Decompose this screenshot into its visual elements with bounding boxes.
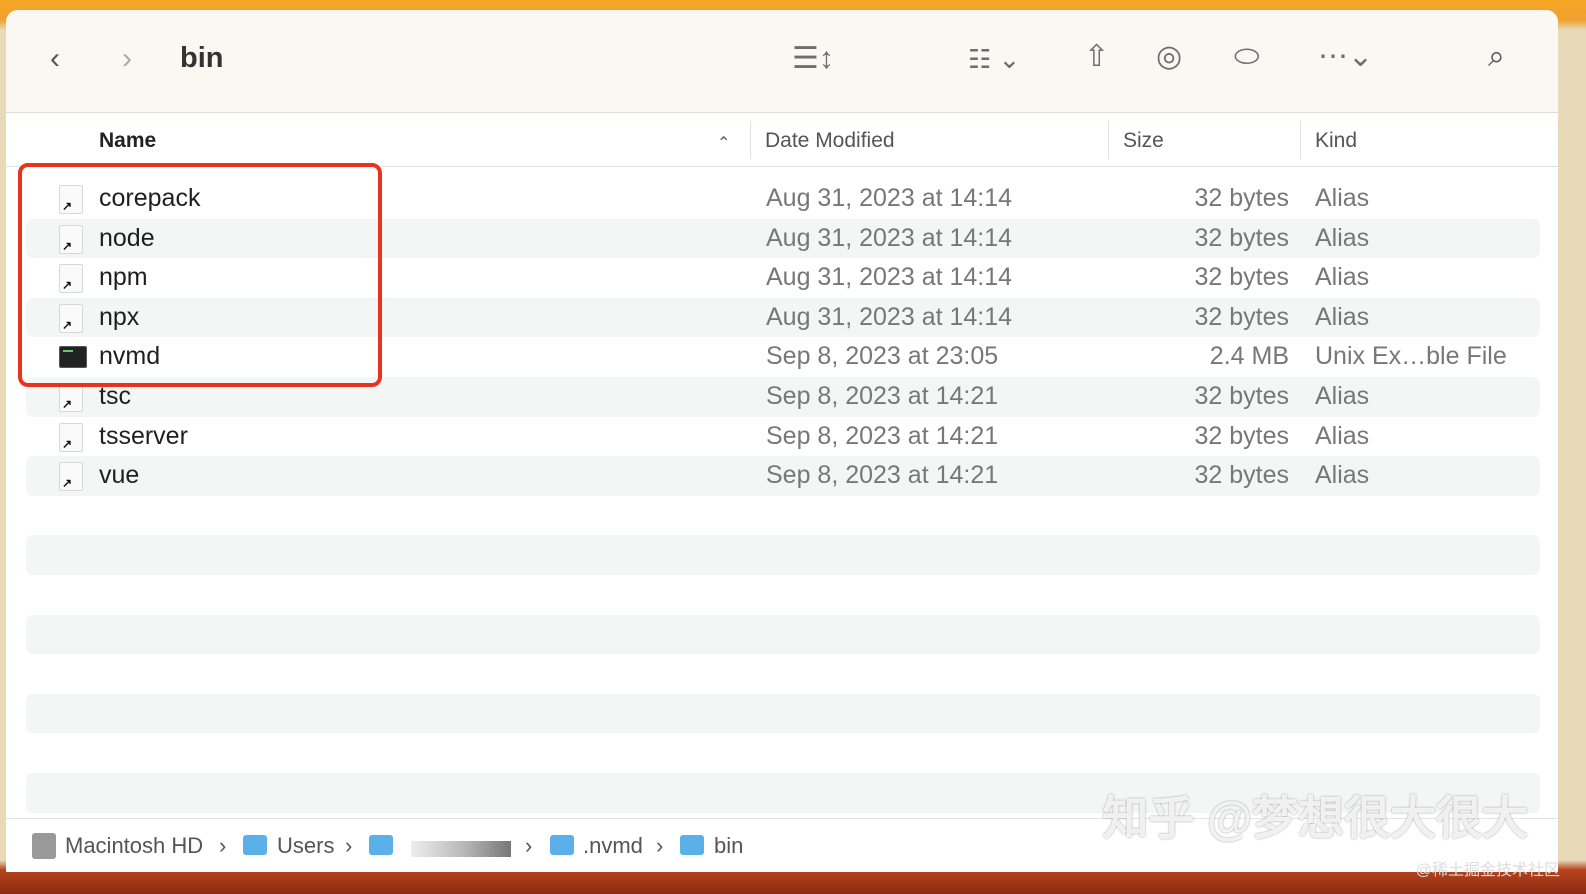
sort-ascending-icon[interactable]: ⌃ [717,133,730,153]
file-size: 2.4 MB [1209,342,1289,371]
column-name[interactable]: Name [99,129,156,153]
folder-icon [680,835,704,855]
file-date: Aug 31, 2023 at 14:14 [766,302,1013,331]
hard-drive-icon [32,833,56,859]
file-kind: Alias [1315,461,1370,490]
file-kind: Alias [1315,382,1370,410]
column-date-modified[interactable]: Date Modified [765,129,895,153]
file-row[interactable]: ↗ tsserver Sep 8, 2023 at 14:21 32 bytes Ali… [26,417,1540,457]
path-macintosh-hd[interactable]: Macintosh HD [65,833,203,859]
file-size: 32 bytes [1194,461,1289,490]
file-kind: Alias [1315,421,1370,450]
file-kind: Unix Ex…ble File [1315,342,1507,371]
file-date: Aug 31, 2023 at 14:14 [766,263,1013,292]
file-name: vue [99,461,140,490]
tag-icon[interactable]: ⬭ [1234,42,1260,72]
empty-row [26,693,1540,734]
file-row[interactable]: ↗ vue Sep 8, 2023 at 14:21 32 bytes Alias [26,456,1540,496]
file-size: 32 bytes [1194,223,1289,252]
path-nvmd[interactable]: .nvmd [583,833,643,859]
file-size: 32 bytes [1194,302,1289,331]
alias-file-icon: ↗ [59,383,83,412]
search-icon[interactable]: ⌕ [1488,42,1505,72]
list-view-icon[interactable]: ☰↕ [792,44,834,74]
file-kind: Alias [1315,263,1370,292]
share-icon[interactable]: ⇧ [1084,42,1109,72]
file-size: 32 bytes [1194,184,1289,212]
path-user-redacted[interactable] [411,841,511,857]
airdrop-icon[interactable]: ◎ [1156,42,1182,72]
file-size: 32 bytes [1194,382,1289,410]
watermark: 知乎 @梦想很大很大 [1102,792,1528,844]
group-grid-icon[interactable]: ☷ ⌄ [968,44,1020,74]
finder-window: ‹ › bin ☰↕ ☷ ⌄ ⇧ ◎ ⬭ ⋯⌄ ⌕ Name ⌃ Date Mo… [6,10,1558,872]
window-title: bin [180,42,224,74]
empty-row [26,535,1540,575]
file-size: 32 bytes [1194,263,1289,292]
file-size: 32 bytes [1194,421,1289,450]
file-kind: Alias [1315,184,1370,212]
file-kind: Alias [1315,302,1370,331]
folder-icon [550,835,574,855]
back-icon[interactable]: ‹ [50,44,60,74]
file-name: tsserver [99,421,188,450]
red-highlight-box [18,163,382,387]
forward-icon[interactable]: › [122,44,132,74]
folder-icon [243,835,267,855]
empty-row [26,733,1540,773]
watermark-juejin: @稀土掘金技术社区 [1415,862,1560,879]
column-header: Name ⌃ Date Modified Size Kind [6,113,1558,167]
file-date: Aug 31, 2023 at 14:14 [766,223,1013,252]
more-actions-icon[interactable]: ⋯⌄ [1318,42,1373,72]
file-date: Aug 31, 2023 at 14:14 [766,184,1013,212]
file-date: Sep 8, 2023 at 23:05 [766,342,999,371]
file-date: Sep 8, 2023 at 14:21 [766,421,999,450]
column-kind[interactable]: Kind [1315,129,1357,153]
toolbar: ‹ › bin ☰↕ ☷ ⌄ ⇧ ◎ ⬭ ⋯⌄ ⌕ [6,10,1558,113]
file-date: Sep 8, 2023 at 14:21 [766,461,999,490]
path-users[interactable]: Users [277,833,334,859]
file-date: Sep 8, 2023 at 14:21 [766,382,999,410]
alias-file-icon: ↗ [59,462,83,492]
alias-file-icon: ↗ [59,422,83,452]
empty-row [26,496,1540,536]
empty-row [26,614,1540,655]
home-folder-icon [369,835,393,855]
empty-row [26,654,1540,694]
empty-row [26,575,1540,615]
column-size[interactable]: Size [1123,129,1164,153]
path-bin[interactable]: bin [714,833,743,859]
file-kind: Alias [1315,223,1370,252]
